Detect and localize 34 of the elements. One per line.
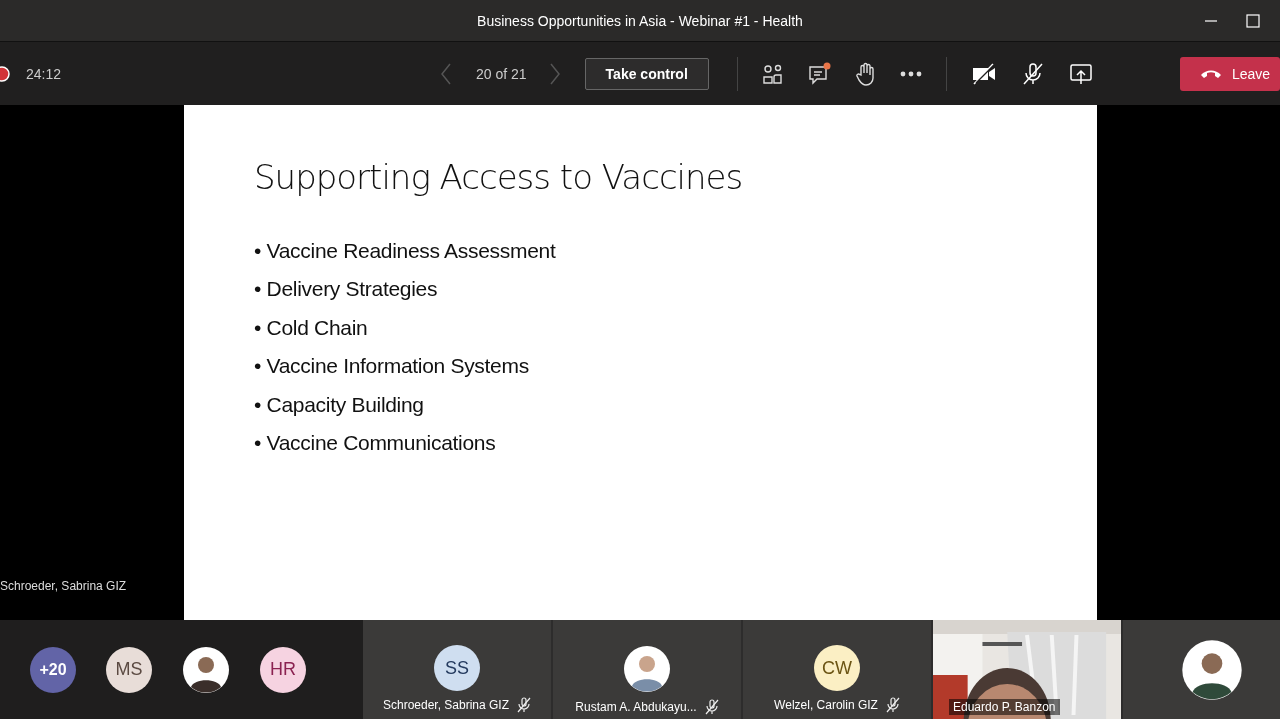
participant-avatar[interactable]: MS — [106, 646, 152, 693]
slide-bullet: • Vaccine Information Systems — [254, 354, 530, 380]
slide-bullet: • Capacity Building — [254, 392, 425, 418]
recording-time: 24:12 — [26, 65, 62, 82]
leave-button[interactable]: Leave — [1180, 56, 1280, 91]
slide-bullet: • Delivery Strategies — [254, 277, 439, 303]
participant-name: Schroeder, Sabrina GIZ — [382, 698, 510, 712]
presenter-name: Schroeder, Sabrina GIZ — [0, 579, 127, 593]
participant-avatar-icon — [1180, 638, 1243, 701]
participant-avatar: SS — [434, 645, 480, 691]
chat-icon[interactable] — [807, 61, 832, 86]
participant-name: Rustam A. Abdukayu... — [575, 700, 697, 714]
participant-name: Welzel, Carolin GIZ — [774, 698, 878, 712]
slide-bullet: • Vaccine Communications — [254, 430, 497, 456]
share-screen-icon[interactable] — [1068, 62, 1093, 85]
window-title: Business Opportunities in Asia - Webinar #1 - Health — [477, 12, 803, 29]
slide-title: Supporting Access to Vaccines — [254, 157, 744, 197]
more-participants-badge[interactable]: +20 — [30, 646, 76, 693]
participants-icon[interactable] — [761, 62, 784, 85]
slide-bullet: • Cold Chain — [254, 315, 369, 341]
camera-off-icon[interactable] — [970, 62, 997, 85]
participant-name: Eduardo P. Banzon — [949, 699, 1060, 715]
slide-counter: 20 of 21 — [476, 65, 527, 82]
take-control-button[interactable]: Take control — [584, 57, 709, 90]
participant-avatar-icon[interactable] — [182, 645, 230, 694]
participant-avatar[interactable]: HR — [260, 646, 306, 693]
slide-bullet: • Vaccine Readiness Assessment — [254, 239, 557, 264]
mic-off-icon[interactable] — [1020, 61, 1045, 86]
more-options-icon[interactable] — [899, 70, 922, 77]
raise-hand-icon[interactable] — [855, 61, 876, 86]
maximize-icon[interactable] — [1246, 14, 1260, 28]
participant-avatar-icon — [623, 645, 671, 693]
phone-icon — [1200, 68, 1222, 79]
participant-avatar: CW — [814, 645, 860, 691]
